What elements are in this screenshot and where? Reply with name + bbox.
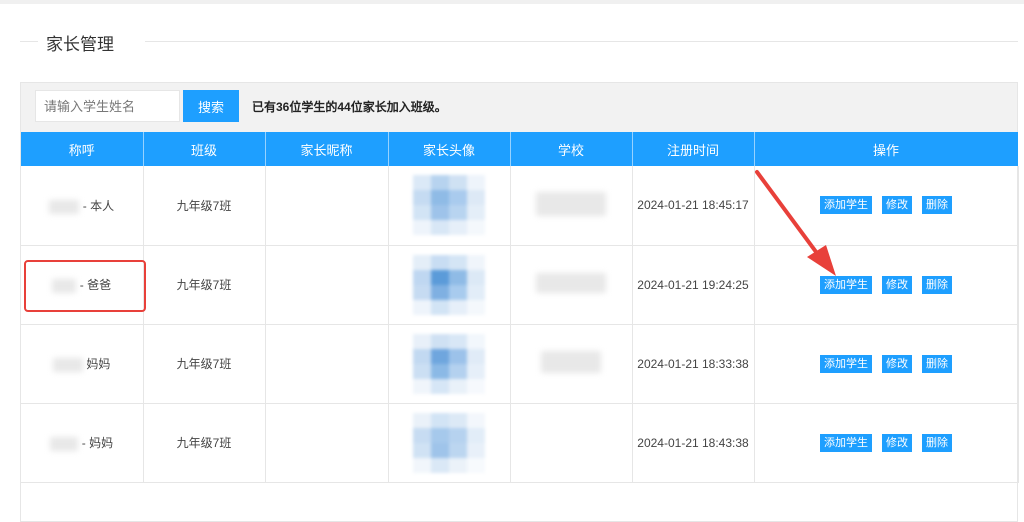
- annotation-arrow: [755, 170, 836, 276]
